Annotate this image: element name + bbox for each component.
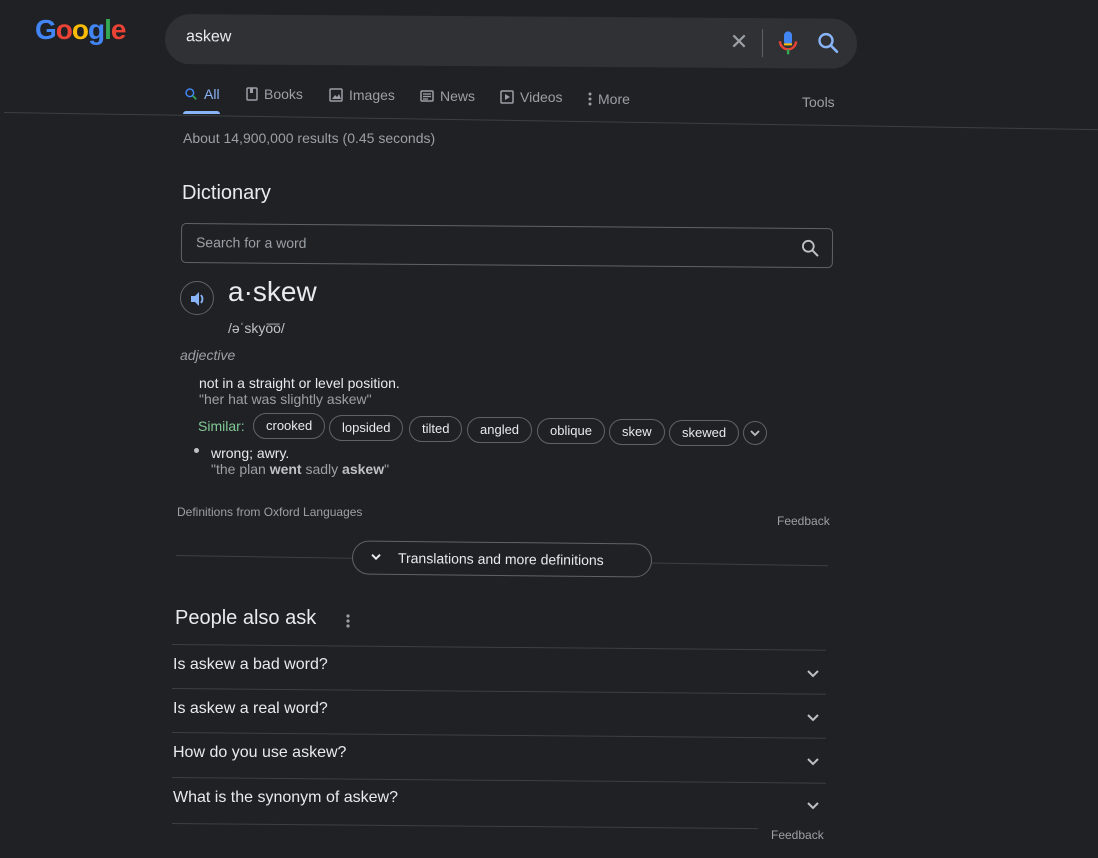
pronunciation-button[interactable] bbox=[180, 281, 214, 315]
result-stats: About 14,900,000 results (0.45 seconds) bbox=[183, 130, 436, 146]
translations-label: Translations and more definitions bbox=[397, 549, 604, 569]
feedback-link[interactable]: Feedback bbox=[771, 828, 824, 842]
tab-images[interactable]: Images bbox=[329, 87, 395, 103]
tab-more[interactable]: More bbox=[588, 91, 630, 107]
tab-label: Images bbox=[349, 87, 395, 103]
active-tab-indicator bbox=[183, 111, 220, 114]
search-input[interactable]: askew bbox=[186, 28, 231, 46]
question-divider bbox=[171, 823, 758, 830]
tab-books[interactable]: Books bbox=[246, 86, 303, 102]
speaker-icon bbox=[191, 292, 204, 306]
question-divider bbox=[171, 732, 826, 739]
question-item[interactable]: Is askew a bad word? bbox=[173, 656, 328, 674]
chevron-down-icon[interactable] bbox=[805, 754, 821, 770]
question-item[interactable]: Is askew a real word? bbox=[173, 700, 328, 718]
tabs-divider bbox=[3, 112, 1098, 131]
definition-text: wrong; awry. bbox=[211, 445, 290, 461]
tab-all[interactable]: All bbox=[184, 86, 220, 102]
chevron-down-icon[interactable] bbox=[805, 710, 821, 726]
similar-chip[interactable]: lopsided bbox=[329, 415, 404, 441]
search-icon[interactable] bbox=[816, 31, 840, 55]
more-vert-icon bbox=[588, 92, 592, 106]
translations-button[interactable]: Translations and more definitions bbox=[351, 540, 653, 578]
word-search-input[interactable]: Search for a word bbox=[196, 234, 307, 251]
chevron-down-icon[interactable] bbox=[805, 798, 821, 814]
similar-chip[interactable]: skewed bbox=[669, 420, 740, 446]
definition-example: "the plan went sadly askew" bbox=[211, 461, 390, 477]
chevron-down-icon[interactable] bbox=[805, 666, 821, 682]
question-divider bbox=[171, 688, 826, 695]
similar-chip[interactable]: tilted bbox=[409, 416, 463, 442]
tab-label: All bbox=[204, 86, 220, 102]
tools-button[interactable]: Tools bbox=[802, 94, 835, 110]
similar-chip[interactable]: angled bbox=[467, 417, 533, 443]
word-search-field[interactable]: Search for a word bbox=[180, 223, 834, 269]
video-icon bbox=[500, 90, 514, 104]
tab-news[interactable]: News bbox=[420, 88, 475, 104]
image-icon bbox=[329, 88, 343, 102]
tab-videos[interactable]: Videos bbox=[500, 89, 563, 105]
question-item[interactable]: How do you use askew? bbox=[173, 744, 346, 762]
search-bar[interactable]: askew ✕ bbox=[164, 14, 858, 69]
phonetic: /əˈskyo͞o/ bbox=[228, 320, 285, 336]
people-also-ask-title: People also ask bbox=[175, 607, 317, 629]
similar-chip[interactable]: skew bbox=[609, 419, 665, 445]
chevron-down-icon bbox=[750, 430, 760, 437]
question-divider bbox=[171, 777, 826, 784]
book-icon bbox=[246, 87, 258, 101]
clear-icon[interactable]: ✕ bbox=[728, 29, 750, 54]
bullet bbox=[194, 448, 199, 453]
dictionary-title: Dictionary bbox=[182, 182, 271, 204]
google-logo[interactable]: Google bbox=[35, 14, 126, 46]
similar-chip[interactable]: oblique bbox=[537, 418, 605, 444]
expand-similar-button[interactable] bbox=[743, 421, 767, 445]
question-divider bbox=[171, 644, 826, 651]
microphone-icon[interactable] bbox=[777, 29, 799, 57]
search-icon bbox=[185, 88, 197, 100]
tab-label: News bbox=[440, 88, 476, 104]
news-icon bbox=[420, 90, 434, 102]
part-of-speech: adjective bbox=[180, 347, 236, 363]
tab-label: Videos bbox=[520, 89, 563, 105]
similar-chip[interactable]: crooked bbox=[253, 413, 326, 439]
question-item[interactable]: What is the synonym of askew? bbox=[173, 789, 398, 807]
similar-label: Similar: bbox=[198, 418, 245, 434]
search-bar-divider bbox=[761, 29, 764, 58]
more-vert-icon[interactable] bbox=[342, 612, 354, 630]
definition-text: not in a straight or level position. bbox=[199, 375, 400, 391]
search-icon[interactable] bbox=[800, 238, 820, 263]
headword: a·skew bbox=[228, 276, 317, 307]
chevron-down-icon bbox=[371, 553, 381, 561]
definitions-source-link[interactable]: Definitions from Oxford Languages bbox=[177, 505, 362, 519]
definition-example: "her hat was slightly askew" bbox=[199, 391, 372, 407]
tab-label: More bbox=[598, 91, 630, 107]
feedback-link[interactable]: Feedback bbox=[777, 514, 830, 528]
tab-label: Books bbox=[264, 86, 303, 102]
